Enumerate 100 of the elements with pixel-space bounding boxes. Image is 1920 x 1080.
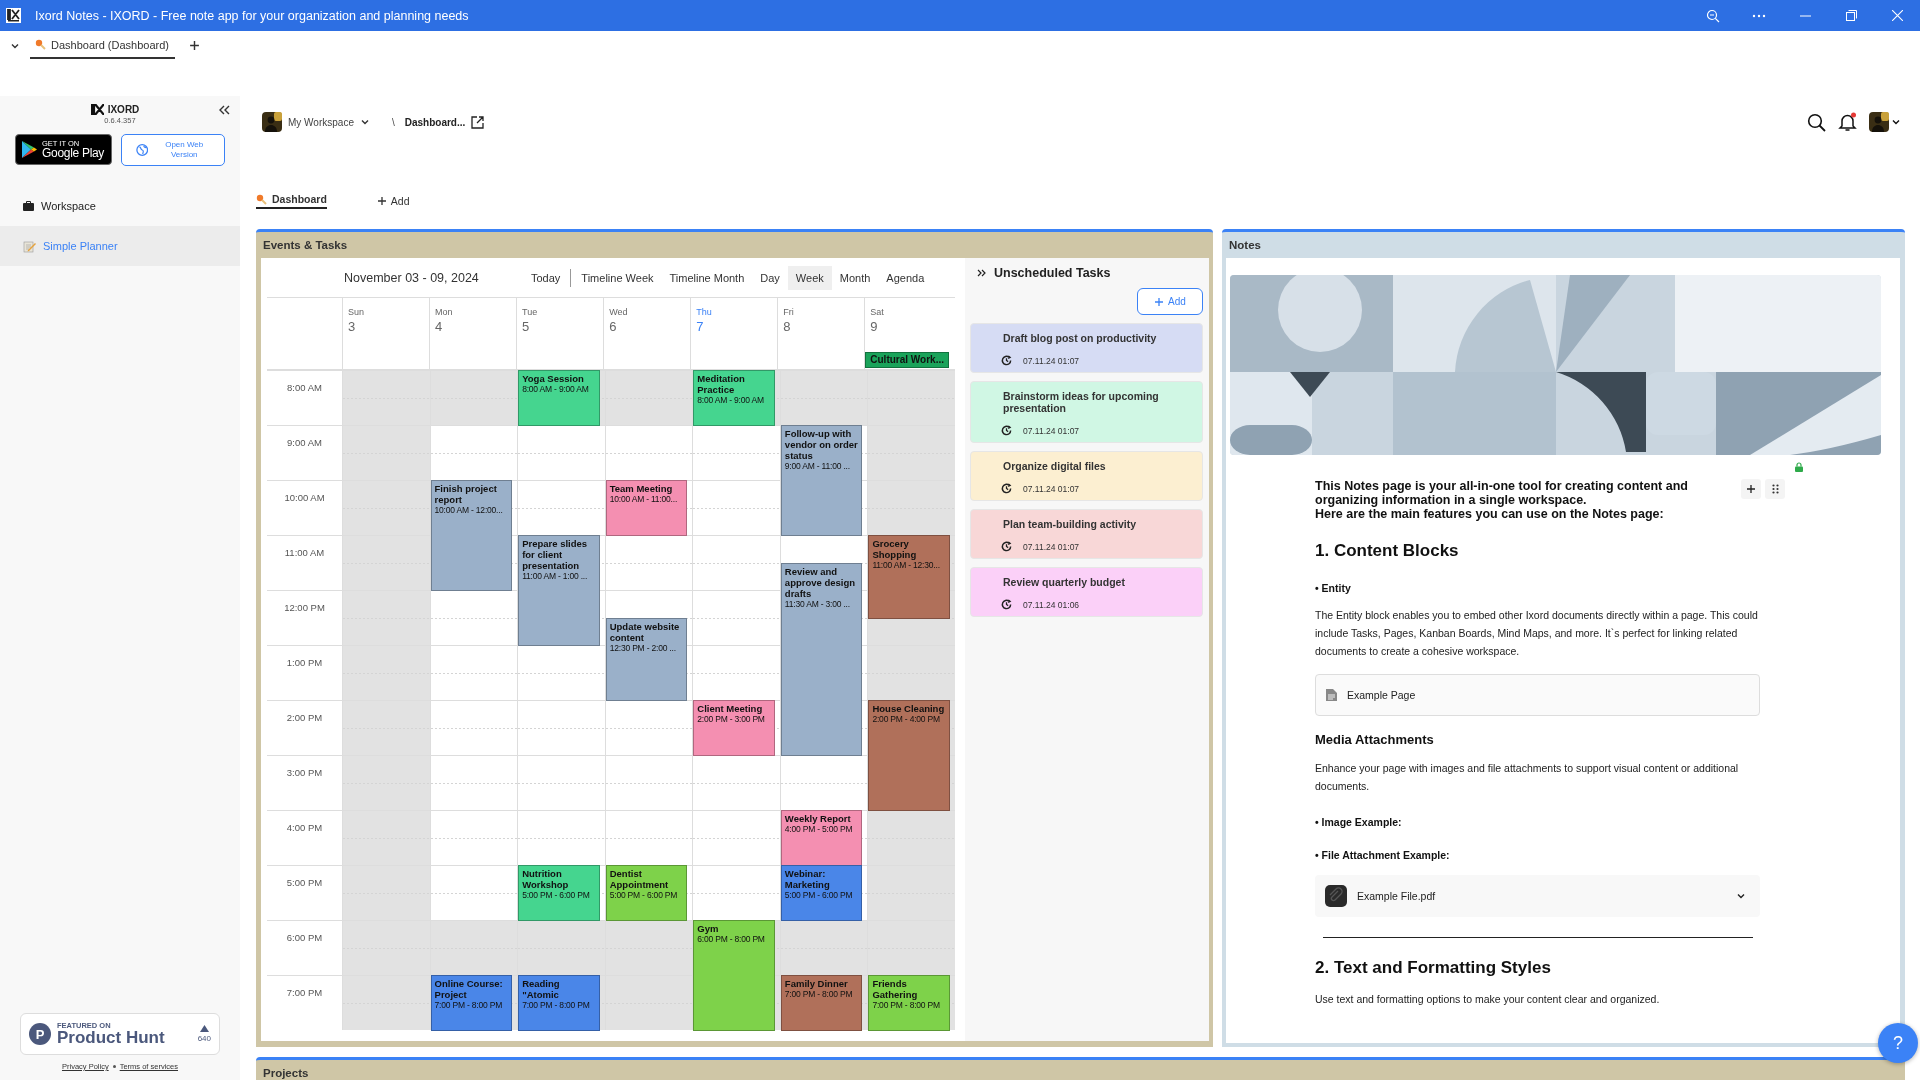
calendar-event[interactable]: Client Meeting 2:00 PM - 3:00 PM xyxy=(693,700,775,756)
bell-icon[interactable] xyxy=(1838,112,1857,132)
double-chevron-icon[interactable] xyxy=(977,269,986,277)
breadcrumb-separator: \ xyxy=(391,116,395,128)
badge-title: Product Hunt xyxy=(57,1029,166,1047)
open-web-button[interactable]: Open Web Version xyxy=(121,134,225,166)
day-number[interactable]: 5 xyxy=(517,319,604,334)
calendar-event[interactable]: Friends Gathering 7:00 PM - 8:00 PM xyxy=(868,975,950,1031)
calendar-event[interactable]: Finish project report 10:00 AM - 12:00... xyxy=(430,480,513,591)
event-time: 6:00 PM - 8:00 PM xyxy=(697,934,766,944)
chevron-down-icon[interactable] xyxy=(1736,891,1746,901)
more-icon[interactable] xyxy=(1752,13,1766,18)
calendar-event[interactable]: Weekly Report 4:00 PM - 5:00 PM xyxy=(780,810,863,866)
hour-label: 11:00 AM xyxy=(284,547,325,558)
collapse-icon[interactable] xyxy=(219,104,230,115)
help-button[interactable]: ? xyxy=(1878,1023,1918,1063)
breadcrumb-page[interactable]: Dashboard... xyxy=(404,116,466,128)
task-card[interactable]: Organize digital files 07.11.24 01:07 xyxy=(970,451,1203,501)
external-link-icon[interactable] xyxy=(471,115,485,129)
view-tab[interactable]: Agenda xyxy=(878,265,933,290)
calendar-event[interactable]: Online Course: Project 7:00 PM - 8:00 PM xyxy=(430,975,513,1031)
day-number[interactable]: 7 xyxy=(691,319,778,334)
calendar-event[interactable]: Family Dinner 7:00 PM - 8:00 PM xyxy=(780,975,863,1031)
calendar-event[interactable]: Dentist Appointment 5:00 PM - 6:00 PM xyxy=(605,865,688,921)
page-tab[interactable]: Dashboard xyxy=(256,193,327,209)
task-title: Review quarterly budget xyxy=(1003,576,1126,588)
calendar-event[interactable]: Gym 6:00 PM - 8:00 PM xyxy=(693,920,775,1031)
day-number[interactable]: 9 xyxy=(865,319,955,334)
view-tab[interactable]: Month xyxy=(831,265,879,290)
task-card[interactable]: Plan team-building activity 07.11.24 01:07 xyxy=(970,509,1203,559)
search-icon[interactable] xyxy=(1807,112,1826,132)
day-name: Fri xyxy=(782,307,795,317)
event-title: Nutrition Workshop xyxy=(522,868,570,890)
restore-icon[interactable] xyxy=(1845,10,1857,21)
today-button[interactable]: Today xyxy=(523,265,569,290)
view-tab[interactable]: Timeline Month xyxy=(661,265,753,290)
calendar-event[interactable]: Grocery Shopping 11:00 AM - 12:30... xyxy=(868,535,950,619)
day-number[interactable]: 4 xyxy=(430,319,517,334)
task-card[interactable]: Draft blog post on productivity 07.11.24 01:07 xyxy=(970,323,1203,373)
calendar-event[interactable]: Prepare slides for client presentation 11:00 AM - 1:00 ... xyxy=(518,535,600,646)
window-tab[interactable]: Dashboard (Dashboard) xyxy=(30,32,175,59)
avatar-icon[interactable] xyxy=(1869,112,1889,132)
calendar-event[interactable]: Yoga Session 8:00 AM - 9:00 AM xyxy=(518,370,600,426)
task-card[interactable]: Review quarterly budget 07.11.24 01:06 xyxy=(970,567,1203,617)
play-logo-icon xyxy=(22,141,37,158)
event-title: Meditation Practice xyxy=(697,373,746,395)
caret-icon[interactable] xyxy=(1891,117,1901,127)
task-time: 07.11.24 01:06 xyxy=(1023,599,1080,610)
task-card[interactable]: Brainstorm ideas for upcoming presentation 07.11.24 01:07 xyxy=(970,381,1203,443)
day-name: Tue xyxy=(521,307,539,317)
day-number[interactable]: 8 xyxy=(778,319,865,334)
day-name: Mon xyxy=(434,307,454,317)
event-title: House Cleaning xyxy=(872,703,946,714)
all-day-event[interactable]: Cultural Work... xyxy=(865,352,949,368)
event-time: 11:00 AM - 1:00 ... xyxy=(522,571,589,581)
event-time: 8:00 AM - 9:00 AM xyxy=(522,384,590,394)
view-tab[interactable]: Day xyxy=(752,265,788,290)
task-title: Organize digital files xyxy=(1003,460,1107,472)
sidebar-item[interactable]: Workspace xyxy=(0,186,240,226)
calendar-event[interactable]: Reading "Atomic 7:00 PM - 8:00 PM xyxy=(518,975,600,1031)
clock-icon xyxy=(1001,483,1012,494)
add-task-button[interactable]: Add xyxy=(1137,288,1203,315)
task-time: 07.11.24 01:07 xyxy=(1023,483,1080,494)
day-number[interactable]: 3 xyxy=(343,319,430,334)
calendar-event[interactable]: Nutrition Workshop 5:00 PM - 6:00 PM xyxy=(518,865,600,921)
section-title: Unscheduled Tasks xyxy=(994,266,1111,280)
drag-handle-icon[interactable] xyxy=(1771,484,1779,494)
day-number[interactable]: 6 xyxy=(604,319,691,334)
calendar-event[interactable]: Update website content 12:30 PM - 2:00 ... xyxy=(605,617,688,701)
event-time: 7:00 PM - 8:00 PM xyxy=(522,1000,591,1010)
view-tab[interactable]: Timeline Week xyxy=(573,265,662,290)
calendar-event[interactable]: Review and approve design drafts 11:30 AM - 3:00 ... xyxy=(780,562,863,756)
document-icon xyxy=(1326,689,1337,701)
paperclip-icon xyxy=(1325,885,1347,907)
calendar-event[interactable]: Follow-up with vendor on order status 9:00 AM - 11:00 ... xyxy=(780,425,863,536)
event-title: Yoga Session xyxy=(522,373,585,384)
zoom-out-icon[interactable] xyxy=(1706,8,1720,23)
event-title: Client Meeting xyxy=(697,703,764,714)
day-name: Thu xyxy=(695,307,713,317)
event-time: 10:00 AM - 12:00... xyxy=(434,505,504,515)
add-tab-button[interactable]: Add xyxy=(370,194,416,208)
calendar-event[interactable]: House Cleaning 2:00 PM - 4:00 PM xyxy=(868,700,950,811)
chevron-down-icon[interactable] xyxy=(359,117,370,127)
calendar-event[interactable]: Webinar: Marketing 5:00 PM - 6:00 PM xyxy=(780,865,863,921)
event-title: Gym xyxy=(697,923,720,934)
event-title: Follow-up with vendor on order status xyxy=(784,428,859,461)
calendar-event[interactable]: Team Meeting 10:00 AM - 11:00... xyxy=(605,480,688,536)
hour-label: 10:00 AM xyxy=(284,492,325,503)
avatar-icon[interactable] xyxy=(262,112,282,132)
close-icon[interactable] xyxy=(1891,10,1903,21)
event-title: Online Course: Project xyxy=(434,978,504,1000)
bullet-heading: • File Attachment Example: xyxy=(1315,849,1451,861)
view-tab[interactable]: Week xyxy=(787,265,832,290)
day-name: Wed xyxy=(608,307,629,317)
hour-label: 1:00 PM xyxy=(286,657,323,668)
page-link-card[interactable]: Example Page xyxy=(1315,674,1760,716)
plus-icon xyxy=(1154,296,1165,307)
workspace-switcher[interactable]: My Workspace xyxy=(256,111,376,133)
calendar-event[interactable]: Meditation Practice 8:00 AM - 9:00 AM xyxy=(693,370,775,426)
file-attachment[interactable]: Example File.pdf xyxy=(1315,875,1760,917)
